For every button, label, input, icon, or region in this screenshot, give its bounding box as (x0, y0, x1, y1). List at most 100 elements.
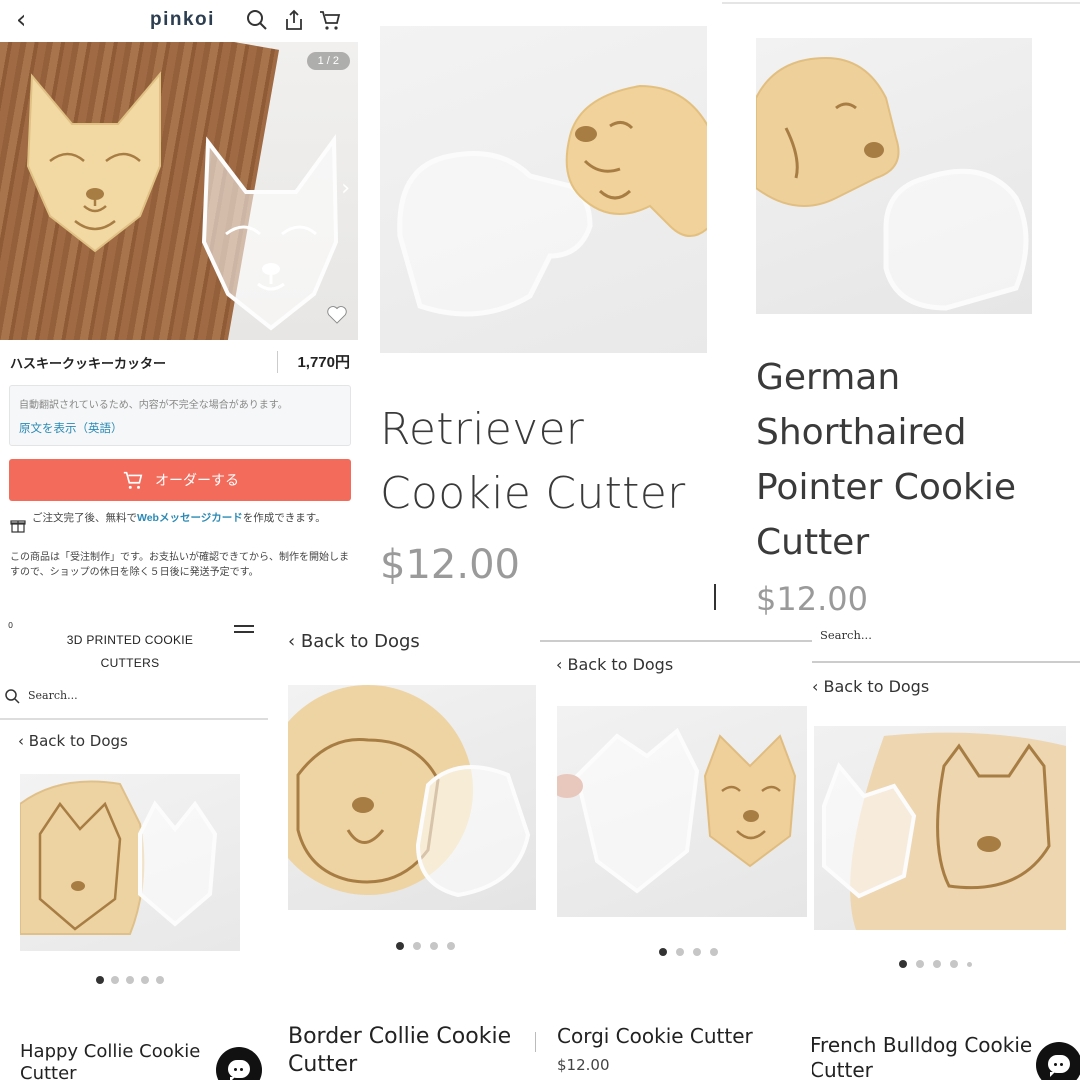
title-line: French Bulldog Cookie (812, 1033, 1033, 1057)
back-to-dogs-link[interactable]: ‹ Back to Dogs (812, 677, 929, 696)
image-counter: 1 / 2 (306, 52, 350, 70)
share-icon[interactable] (282, 8, 306, 32)
carousel-dots[interactable] (96, 976, 164, 984)
product-photo-happy-collie[interactable] (20, 774, 240, 951)
pinkoi-logo[interactable]: pinkoi (150, 9, 215, 31)
carousel-dot[interactable] (141, 976, 149, 984)
collie-cutters (20, 780, 218, 935)
product-title: Corgi Cookie Cutter (557, 1024, 753, 1048)
carousel-dot[interactable] (111, 976, 119, 984)
title-line: Shorthaired (756, 412, 967, 453)
product-price: 1,770円 (297, 354, 350, 371)
carousel-dot[interactable] (659, 948, 667, 956)
pointer-cutters (756, 56, 1029, 311)
carousel-dot[interactable] (447, 942, 455, 950)
title-price-divider (277, 351, 278, 373)
carousel-dots[interactable] (899, 960, 972, 968)
chat-icon (1048, 1055, 1070, 1077)
pinkoi-product-screen: ‹ pinkoi 1 / 2 › ハスキークッキーカッター 1,770円 自動翻… (0, 0, 358, 605)
message-card-info: ご注文完了後、無料でWebメッセージカードを作成できます。 (32, 511, 342, 526)
chat-button[interactable] (216, 1047, 262, 1080)
carousel-dot[interactable] (916, 960, 924, 968)
cart-icon[interactable] (318, 8, 342, 32)
message-card-prefix: ご注文完了後、無料で (32, 512, 137, 524)
chat-icon (228, 1060, 250, 1080)
header-divider (812, 661, 1080, 663)
product-price: $12.00 (380, 542, 520, 588)
border-collie-cutters (288, 685, 531, 898)
husky-cookie-dough (26, 71, 161, 253)
product-title: German Shorthaired Pointer Cookie Cutter (756, 350, 1076, 570)
translation-notice: 自動翻訳されているため、内容が不完全な場合があります。 原文を表示（英語） (9, 385, 351, 446)
back-link-label: Back to Dogs (28, 732, 128, 750)
title-line: Happy Collie Cookie (20, 1041, 201, 1062)
back-link-label: Back to Dogs (567, 655, 674, 674)
product-price: $12.00 (557, 1056, 610, 1074)
product-photo-corgi[interactable] (557, 706, 807, 917)
carousel-dot[interactable] (413, 942, 421, 950)
carousel-dots[interactable] (396, 942, 455, 950)
order-button[interactable]: オーダーする (9, 459, 351, 501)
product-photo-french-bulldog[interactable] (814, 726, 1066, 930)
message-card-link[interactable]: Webメッセージカード (137, 512, 243, 524)
carousel-dot[interactable] (126, 976, 134, 984)
title-line: Cutter (288, 1052, 358, 1077)
chevron-left-icon: ‹ (288, 631, 301, 652)
product-title: Happy Collie Cookie Cutter (20, 1041, 200, 1080)
carousel-dot[interactable] (693, 948, 701, 956)
search-input[interactable]: Search... (28, 689, 78, 702)
search-icon[interactable] (4, 688, 20, 704)
french-bulldog-product-screen: Search... ‹ Back to Dogs French Bulldog … (812, 620, 1080, 1080)
chat-button[interactable] (1036, 1042, 1080, 1080)
carousel-dot[interactable] (396, 942, 404, 950)
carousel-dot[interactable] (710, 948, 718, 956)
retriever-cutters (397, 84, 707, 317)
panel-divider (535, 1032, 536, 1052)
status-dot: 0 (8, 621, 14, 630)
carousel-dot[interactable] (950, 960, 958, 968)
brand-line: 3D PRINTED COOKIE (66, 633, 194, 647)
back-link-label: Back to Dogs (823, 677, 930, 696)
back-to-dogs-link[interactable]: ‹ Back to Dogs (556, 655, 673, 674)
pointer-product-screen: German Shorthaired Pointer Cookie Cutter… (722, 0, 1080, 620)
carousel-dot[interactable] (676, 948, 684, 956)
carousel-dot[interactable] (430, 942, 438, 950)
title-line: Cutter (20, 1063, 77, 1080)
hamburger-menu-icon[interactable] (234, 625, 254, 637)
back-to-dogs-link[interactable]: ‹ Back to Dogs (18, 732, 128, 750)
search-input[interactable]: Search... (820, 628, 872, 642)
product-title: Border Collie Cookie Cutter (288, 1023, 511, 1079)
carousel-dot[interactable] (156, 976, 164, 984)
carousel-dot[interactable] (967, 961, 972, 967)
header-divider (540, 640, 812, 642)
order-button-label: オーダーする (155, 472, 239, 488)
chevron-left-icon: ‹ (18, 732, 29, 750)
title-line: German (756, 357, 901, 398)
shop-brand[interactable]: 3D PRINTED COOKIE CUTTERS (40, 629, 220, 675)
bulldog-cutters (822, 732, 1066, 930)
chevron-right-icon[interactable]: › (341, 176, 350, 201)
search-icon[interactable] (245, 8, 269, 32)
carousel-dot[interactable] (933, 960, 941, 968)
product-photo-retriever[interactable] (380, 26, 707, 353)
carousel-dot[interactable] (899, 960, 907, 968)
header-divider (0, 718, 268, 720)
product-title: ハスキークッキーカッター (10, 356, 167, 371)
made-to-order-note: この商品は「受注制作」です。お支払いが確認できてから、制作を開始しますので、ショ… (10, 552, 349, 578)
title-line: Retriever (380, 404, 585, 455)
corgi-product-screen: ‹ Back to Dogs Corgi Cookie Cutter $12.0… (540, 620, 812, 1080)
product-photo-husky[interactable]: 1 / 2 › (0, 42, 358, 340)
carousel-dots[interactable] (659, 948, 718, 956)
carousel-dot[interactable] (96, 976, 104, 984)
title-line: Cookie Cutter (380, 468, 686, 519)
cart-icon (123, 471, 143, 489)
border-collie-product-screen: ‹ Back to Dogs Border Collie Cookie Cutt… (268, 620, 540, 1080)
back-icon[interactable]: ‹ (16, 7, 26, 33)
back-to-dogs-link[interactable]: ‹ Back to Dogs (288, 631, 420, 652)
scroll-indicator (714, 584, 716, 610)
product-photo-pointer[interactable] (756, 38, 1032, 314)
show-original-link[interactable]: 原文を表示（英語） (19, 420, 123, 436)
product-photo-border-collie[interactable] (288, 685, 536, 910)
chevron-left-icon: ‹ (812, 677, 824, 696)
heart-icon[interactable] (326, 304, 348, 324)
